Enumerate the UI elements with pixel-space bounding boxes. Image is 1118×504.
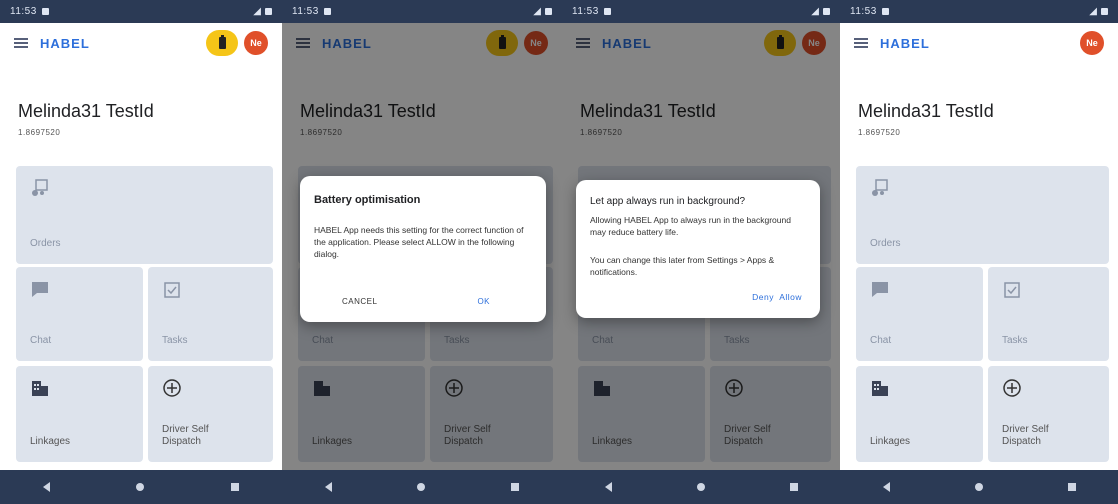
status-bar: 11:53 ◢ [562,0,840,23]
tile-tasks[interactable]: Tasks [988,267,1109,361]
dialog-title: Let app always run in background? [590,196,746,207]
app-bar: HABEL Ne [840,23,1118,63]
status-time: 11:53 [850,6,877,17]
cancel-button[interactable]: CANCEL [342,297,377,306]
ok-button[interactable]: OK [477,297,490,306]
tile-tasks[interactable]: Tasks [148,267,273,361]
signal-icon: ◢ [1089,6,1097,17]
home-icon[interactable] [974,483,983,491]
tile-linkages-label: Linkages [870,436,911,447]
user-name: Melinda31 TestId [18,101,154,121]
avatar[interactable]: Ne [1080,31,1104,55]
recents-icon[interactable] [230,483,239,491]
recents-icon[interactable] [511,483,520,491]
tile-chat[interactable]: Chat [16,267,143,361]
menu-icon[interactable] [14,38,28,48]
nav-bar [562,470,840,504]
tasks-icon [1004,282,1020,298]
dialog-title: Battery optimisation [314,194,421,206]
signal-icon: ◢ [253,6,261,17]
phone-screen-home-after: 11:53 ◢ HABEL Ne Melinda31 TestId 1.8697… [840,0,1118,504]
tile-chat[interactable]: Chat [856,267,983,361]
phone-screen-background-dialog: 11:53 ◢ HABEL Ne Melinda31 TestId 1.8697… [562,0,840,504]
avatar[interactable]: Ne [244,31,268,55]
user-id: 1.8697520 [18,128,61,137]
signal-icon: ◢ [533,6,541,17]
add-circle-icon [163,379,181,397]
user-name: Melinda31 TestId [858,101,994,121]
signal-icon: ◢ [811,6,819,17]
tile-driver-self-dispatch-label: Driver Self Dispatch [162,424,209,447]
tile-chat-label: Chat [30,335,52,346]
status-bar: 11:53 ◢ [840,0,1118,23]
phone-screen-home: 11:53 ◢ HABEL Ne Melinda31 TestId 1.8697… [0,0,282,504]
tile-orders-label: Orders [870,238,901,249]
status-time: 11:53 [10,6,37,17]
recents-icon[interactable] [1067,483,1076,491]
notification-icon [881,8,889,15]
tasks-icon [164,282,180,298]
recents-icon[interactable] [789,483,798,491]
battery-icon [218,35,226,49]
user-id: 1.8697520 [858,128,901,137]
battery-optimisation-dialog: Battery optimisation HABEL App needs thi… [300,176,546,322]
add-circle-icon [1003,379,1021,397]
dialog-message-secondary: You can change this later from Settings … [590,255,775,277]
phone-screen-battery-dialog: 11:53 ◢ HABEL Ne Melinda31 TestId 1.8697… [282,0,562,504]
brand-logo: HABEL [880,35,930,51]
battery-status-icon [1101,8,1108,15]
tile-driver-self-dispatch[interactable]: Driver Self Dispatch [988,366,1109,462]
notification-icon [323,8,331,15]
status-bar: 11:53 ◢ [282,0,562,23]
nav-bar [840,470,1118,504]
tile-linkages[interactable]: Linkages [16,366,143,462]
tile-driver-self-dispatch[interactable]: Driver Self Dispatch [148,366,273,462]
home-icon[interactable] [417,483,426,491]
app-bar: HABEL Ne [0,23,282,63]
tile-orders-label: Orders [30,238,61,249]
status-time: 11:53 [292,6,319,17]
status-time: 11:53 [572,6,599,17]
deny-button[interactable]: Deny [752,292,774,302]
tile-tasks-label: Tasks [1002,335,1028,346]
dialog-message: HABEL App needs this setting for the cor… [314,225,524,259]
tile-orders[interactable]: Orders [16,166,273,264]
tile-orders[interactable]: Orders [856,166,1109,264]
notification-icon [603,8,611,15]
screenshot-strip: 11:53 ◢ HABEL Ne Melinda31 TestId 1.8697… [0,0,1118,504]
battery-status-icon [823,8,830,15]
dialog-message: Allowing HABEL App to always run in the … [590,215,791,237]
menu-icon[interactable] [854,38,868,48]
tile-tasks-label: Tasks [162,335,188,346]
home-icon[interactable] [696,483,705,491]
back-icon[interactable] [324,482,332,492]
back-icon[interactable] [882,482,890,492]
tile-driver-self-dispatch-label: Driver Self Dispatch [1002,424,1049,447]
status-bar: 11:53 ◢ [0,0,282,23]
battery-status-icon [545,8,552,15]
brand-logo: HABEL [40,35,90,51]
linkages-icon [32,381,48,396]
orders-icon [32,179,48,196]
tile-linkages-label: Linkages [30,436,71,447]
battery-status-icon [265,8,272,15]
tile-linkages[interactable]: Linkages [856,366,983,462]
orders-icon [872,179,888,196]
home-icon[interactable] [136,483,145,491]
tile-chat-label: Chat [870,335,892,346]
chat-icon [32,282,48,297]
linkages-icon [872,381,888,396]
chat-icon [872,282,888,297]
nav-bar [282,470,562,504]
run-in-background-dialog: Let app always run in background? Allowi… [576,180,820,318]
back-icon[interactable] [43,482,51,492]
battery-optimisation-button[interactable] [206,30,238,56]
back-icon[interactable] [604,482,612,492]
notification-icon [41,8,49,15]
nav-bar [0,470,282,504]
allow-button[interactable]: Allow [779,292,802,302]
